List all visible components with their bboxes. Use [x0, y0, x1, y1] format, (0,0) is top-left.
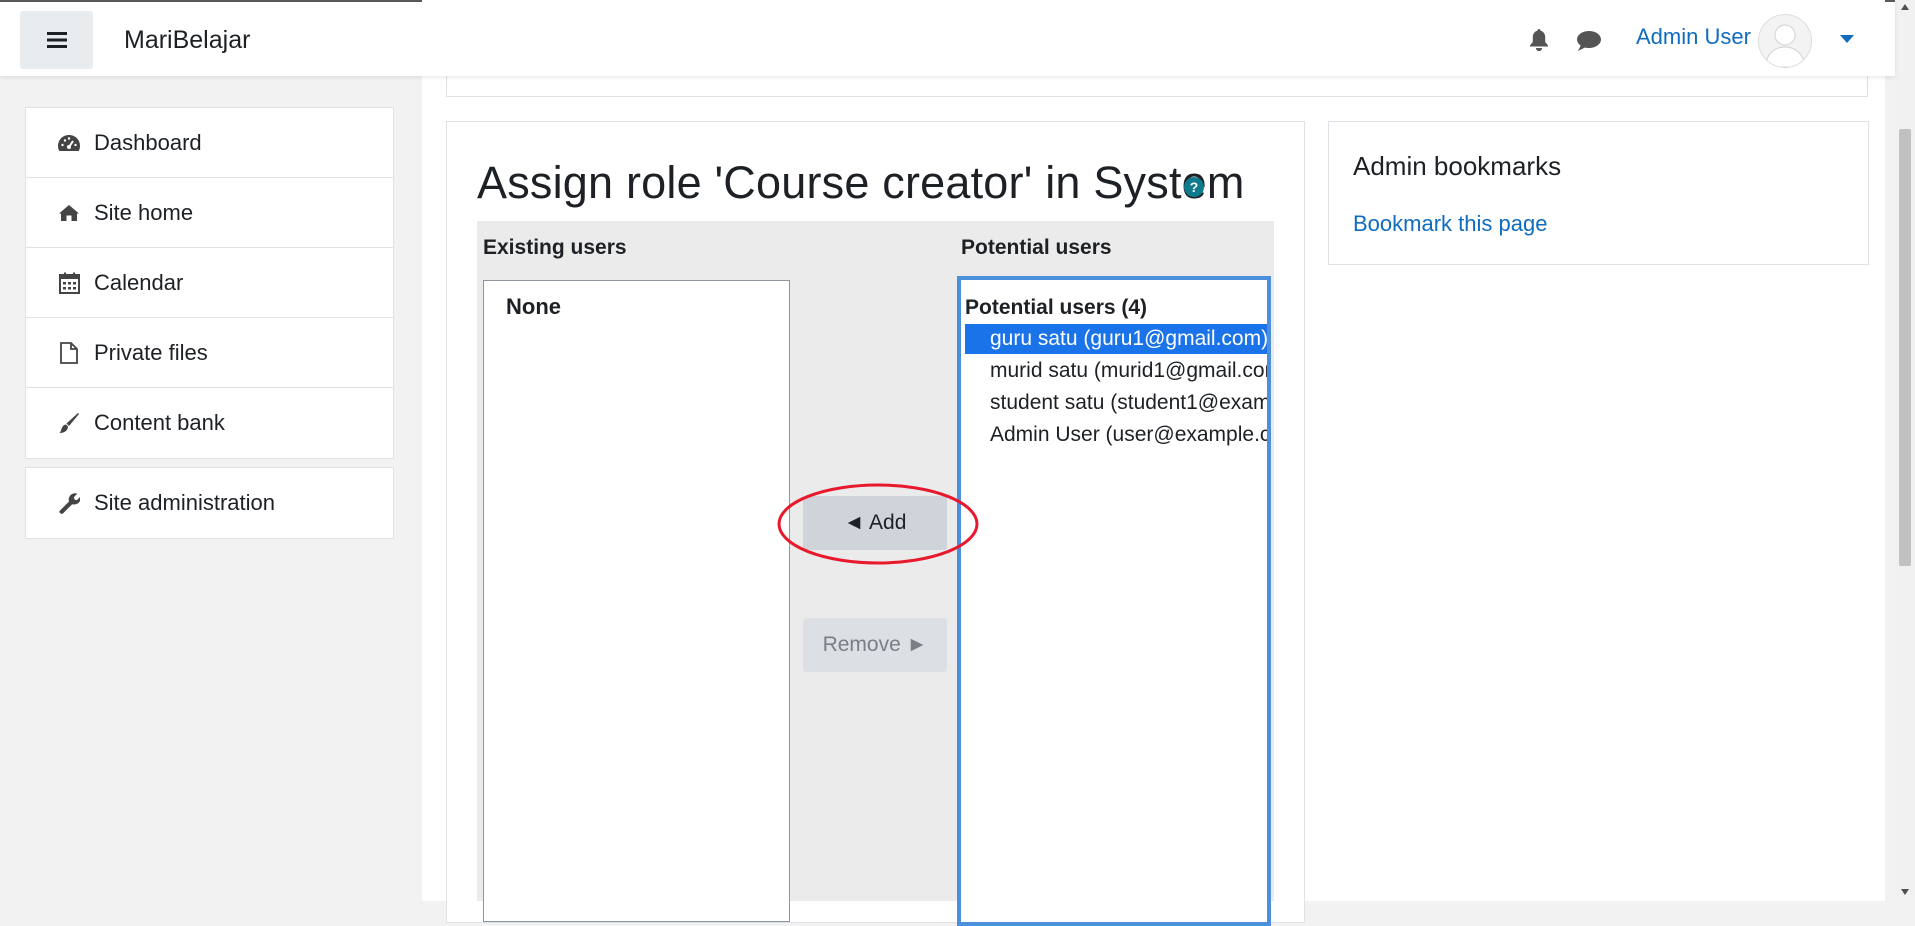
potential-user-option[interactable]: guru satu (guru1@gmail.com) — [965, 324, 1267, 354]
potential-user-option[interactable]: student satu (student1@example.com) — [965, 388, 1267, 418]
chat-bubble-icon[interactable] — [1576, 30, 1602, 52]
sidebar-item-label: Private files — [94, 339, 208, 365]
potential-user-option[interactable]: Admin User (user@example.com) — [965, 420, 1267, 450]
caret-down-icon[interactable] — [1840, 35, 1854, 44]
sidebar-item-calendar[interactable]: Calendar — [26, 248, 393, 318]
paintbrush-icon — [57, 411, 81, 435]
question-circle-icon[interactable]: ? — [1184, 177, 1204, 197]
sidebar-item-private-files[interactable]: Private files — [26, 318, 393, 388]
user-avatar-icon — [1759, 15, 1811, 67]
potential-users-select[interactable]: Potential users (4) guru satu (guru1@gma… — [957, 276, 1271, 926]
existing-users-empty-option: None — [506, 294, 561, 319]
top-navbar: MariBelajar Admin User — [0, 2, 1895, 76]
sidebar-nav: Dashboard Site home Calendar Private fil… — [25, 107, 394, 459]
avatar[interactable] — [1758, 14, 1812, 68]
block-title: Admin bookmarks — [1353, 151, 1562, 181]
wrench-icon — [57, 491, 81, 515]
scroll-up-arrow-icon[interactable] — [1901, 4, 1909, 10]
remove-button[interactable]: Remove ► — [803, 618, 947, 672]
sidebar-item-label: Dashboard — [94, 129, 202, 155]
user-menu-name[interactable]: Admin User — [1636, 24, 1751, 50]
potential-users-group-label: Potential users (4) — [965, 296, 1148, 319]
sidebar-admin-nav: Site administration — [25, 467, 394, 539]
add-button[interactable]: ◄ Add — [803, 496, 947, 550]
existing-users-select[interactable]: None — [483, 280, 790, 922]
bell-icon[interactable] — [1528, 28, 1550, 52]
scrollbar-thumb[interactable] — [1899, 129, 1911, 566]
site-brand[interactable]: MariBelajar — [124, 26, 250, 55]
sidebar-item-content-bank[interactable]: Content bank — [26, 388, 393, 458]
sidebar-item-site-home[interactable]: Site home — [26, 178, 393, 248]
sidebar-item-label: Site home — [94, 199, 194, 225]
page-title: Assign role 'Course creator' in System — [477, 157, 1245, 208]
potential-user-option[interactable]: murid satu (murid1@gmail.com) — [965, 356, 1267, 386]
admin-bookmarks-block — [1328, 121, 1869, 265]
dashboard-gauge-icon — [57, 131, 81, 155]
calendar-icon — [57, 271, 81, 295]
hamburger-menu-icon — [46, 32, 67, 48]
sidebar-item-dashboard[interactable]: Dashboard — [26, 108, 393, 178]
sidebar-item-label: Content bank — [94, 410, 225, 435]
menu-toggle-button[interactable] — [20, 11, 93, 69]
sidebar-item-site-administration[interactable]: Site administration — [26, 468, 393, 538]
file-icon — [57, 341, 81, 365]
potential-users-label: Potential users — [961, 236, 1112, 259]
sidebar-item-label: Site administration — [94, 490, 275, 515]
sidebar-item-label: Calendar — [94, 269, 184, 295]
home-icon — [57, 201, 81, 225]
existing-users-label: Existing users — [483, 236, 627, 259]
svg-text:?: ? — [1190, 179, 1199, 195]
scroll-down-arrow-icon[interactable] — [1901, 889, 1909, 895]
bookmark-this-page-link[interactable]: Bookmark this page — [1353, 211, 1547, 237]
